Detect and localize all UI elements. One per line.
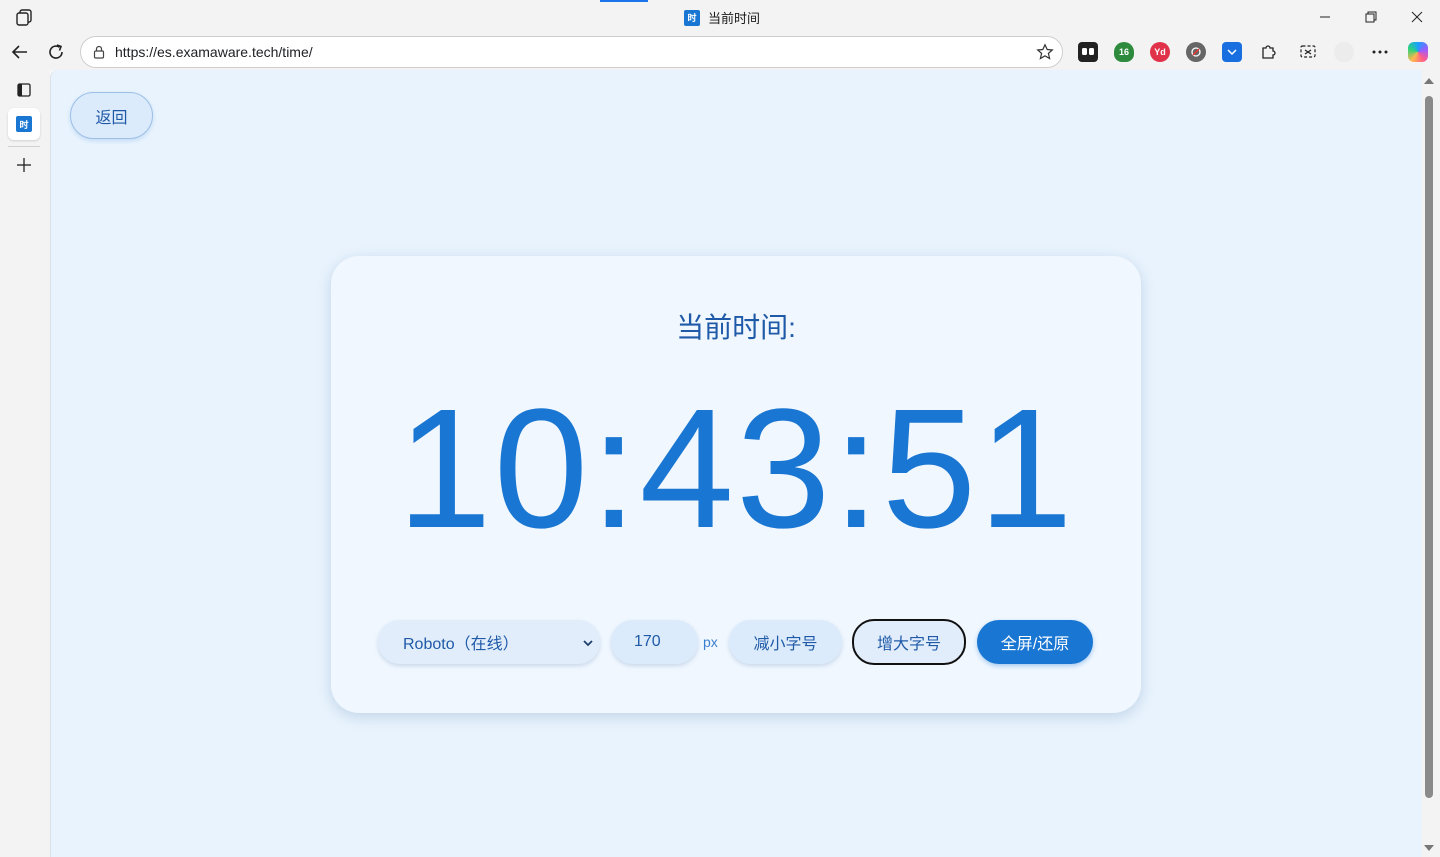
site-favicon-icon: 时 bbox=[684, 9, 700, 26]
favorite-star-icon[interactable] bbox=[1036, 43, 1054, 66]
font-size-input[interactable]: 170 bbox=[611, 620, 698, 664]
close-icon[interactable] bbox=[1394, 0, 1440, 34]
url-text[interactable]: https://es.examaware.tech/time/ bbox=[115, 44, 313, 60]
title-bar: 时 当前时间 bbox=[0, 0, 1440, 34]
increase-font-button[interactable]: 增大字号 bbox=[852, 619, 966, 665]
reading-list-icon[interactable] bbox=[1078, 42, 1098, 62]
refresh-icon[interactable] bbox=[42, 38, 70, 66]
vertical-scrollbar[interactable] bbox=[1422, 70, 1440, 857]
tab-panel-toggle-icon[interactable] bbox=[8, 74, 40, 106]
font-family-select[interactable]: Roboto（在线） bbox=[378, 620, 600, 664]
copilot-icon[interactable] bbox=[1408, 42, 1428, 62]
address-bar[interactable]: https://es.examaware.tech/time/ bbox=[80, 36, 1063, 68]
more-menu-icon[interactable] bbox=[1370, 42, 1390, 62]
scroll-up-icon[interactable] bbox=[1424, 78, 1434, 84]
scroll-down-icon[interactable] bbox=[1424, 845, 1434, 851]
fullscreen-toggle-button[interactable]: 全屏/还原 bbox=[977, 620, 1093, 664]
scrollbar-thumb[interactable] bbox=[1425, 96, 1433, 798]
decrease-font-button[interactable]: 减小字号 bbox=[729, 620, 842, 664]
window-title-text: 当前时间 bbox=[708, 11, 761, 26]
sidebar-divider bbox=[8, 146, 40, 147]
new-tab-plus-icon[interactable] bbox=[8, 149, 40, 181]
back-button[interactable]: 返回 bbox=[70, 92, 153, 139]
clock-heading: 当前时间: bbox=[676, 312, 796, 343]
blocked-ext-icon[interactable] bbox=[1186, 42, 1206, 62]
profile-avatar-icon[interactable] bbox=[1334, 42, 1354, 62]
font-size-unit: px bbox=[703, 634, 718, 650]
time-display: 10:43:51 bbox=[397, 374, 1075, 564]
tab-actions-icon[interactable] bbox=[14, 7, 34, 27]
tab-favicon-icon: 时 bbox=[16, 116, 32, 132]
tab-indicator bbox=[600, 0, 648, 2]
back-arrow-icon[interactable] bbox=[6, 38, 34, 66]
red-ext-icon[interactable]: Yd bbox=[1150, 42, 1170, 62]
extensions-puzzle-icon[interactable] bbox=[1258, 42, 1278, 62]
screenshot-icon[interactable] bbox=[1298, 42, 1318, 62]
lock-icon[interactable] bbox=[91, 44, 107, 60]
navigation-bar: https://es.examaware.tech/time/ 16 Yd bbox=[0, 34, 1440, 70]
minimize-icon[interactable] bbox=[1302, 0, 1348, 34]
vertical-tab-sidebar: 时 bbox=[0, 70, 50, 857]
blue-ext-icon[interactable] bbox=[1222, 42, 1242, 62]
window-title: 时 当前时间 bbox=[684, 8, 760, 27]
active-tab[interactable]: 时 bbox=[8, 108, 40, 140]
chevron-down-icon bbox=[582, 636, 594, 654]
restore-icon[interactable] bbox=[1348, 0, 1394, 34]
font-family-value: Roboto（在线） bbox=[403, 636, 519, 653]
clock-card: 当前时间: 10:43:51 Roboto（在线） 170 px 减小字号 增大… bbox=[331, 256, 1141, 713]
shield-badge-icon[interactable]: 16 bbox=[1114, 42, 1134, 62]
